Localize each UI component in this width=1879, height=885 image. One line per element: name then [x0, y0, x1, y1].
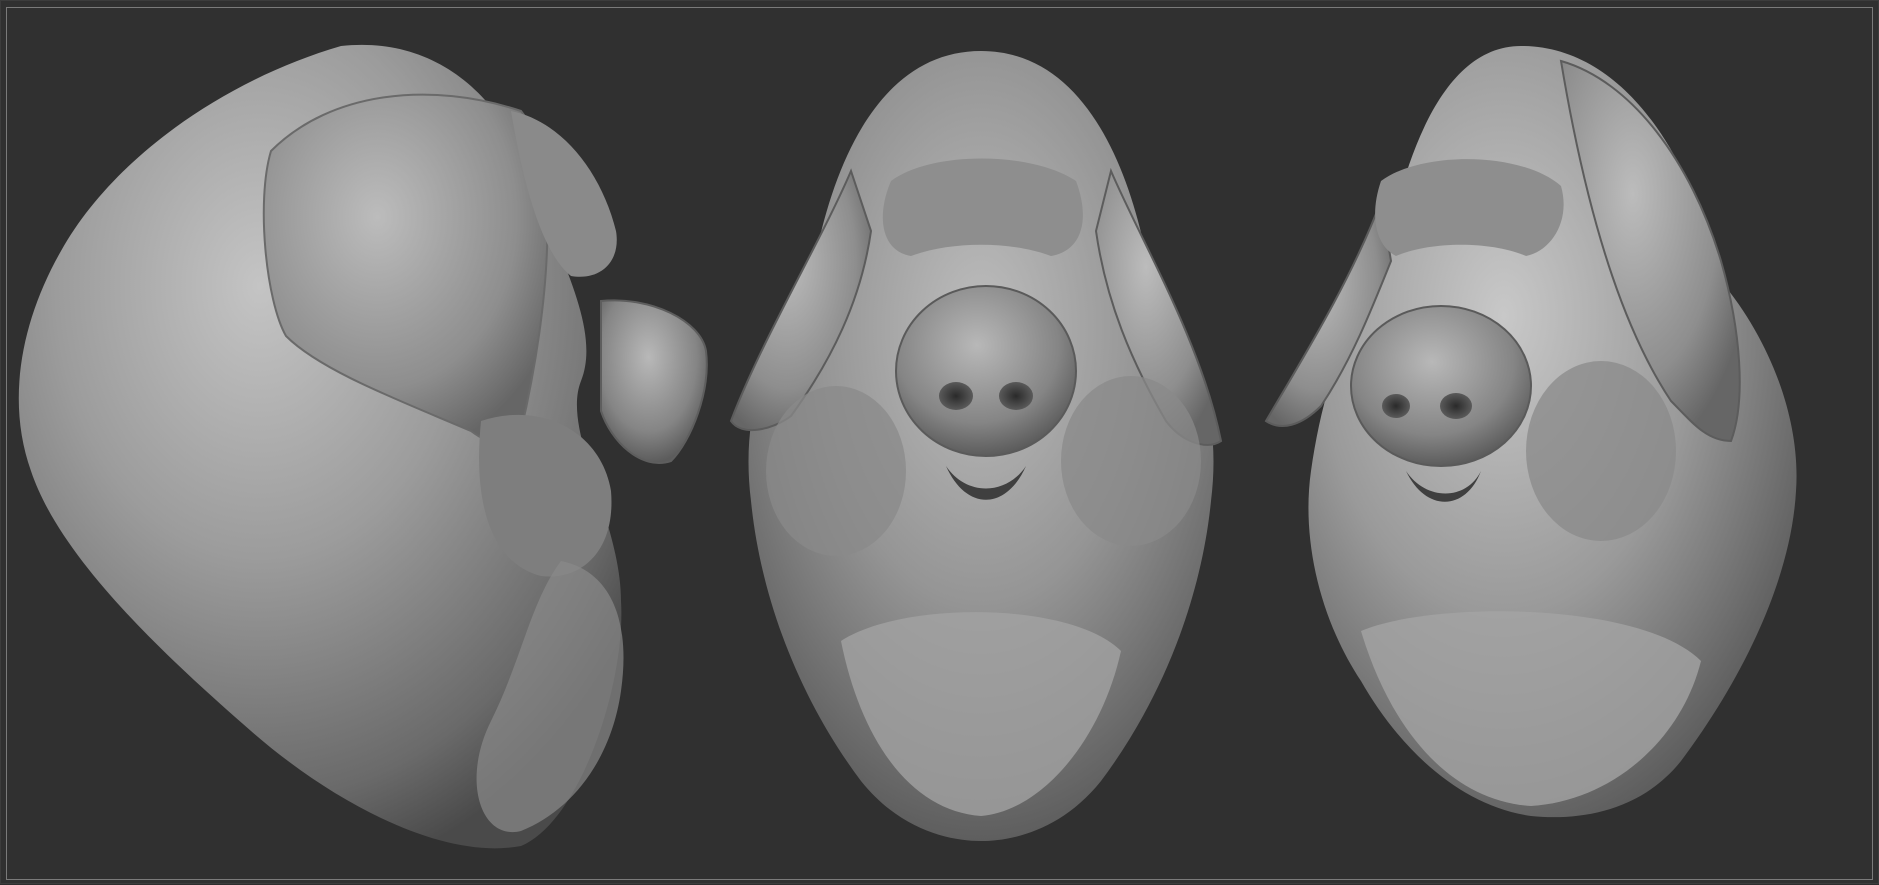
three-quarter-view-snout	[1350, 305, 1532, 467]
side-view-sculpt	[18, 44, 708, 849]
side-view-snout	[600, 299, 708, 464]
front-view-left-cheek	[766, 386, 906, 556]
front-view-right-nostril	[999, 382, 1033, 410]
three-quarter-view-right-nostril	[1440, 393, 1472, 419]
three-quarter-view-left-nostril	[1382, 394, 1410, 418]
front-view-brow	[882, 158, 1083, 256]
sculpt-render	[18, 44, 1797, 849]
front-view-sculpt	[729, 51, 1223, 841]
sculpt-render-canvas	[0, 0, 1879, 884]
front-view-left-nostril	[939, 382, 973, 410]
three-quarter-view-sculpt	[1264, 46, 1797, 818]
front-view-right-cheek	[1061, 376, 1201, 546]
three-quarter-view-brow	[1375, 159, 1564, 256]
three-quarter-view-cheek	[1526, 361, 1676, 541]
front-view-snout	[895, 285, 1077, 457]
